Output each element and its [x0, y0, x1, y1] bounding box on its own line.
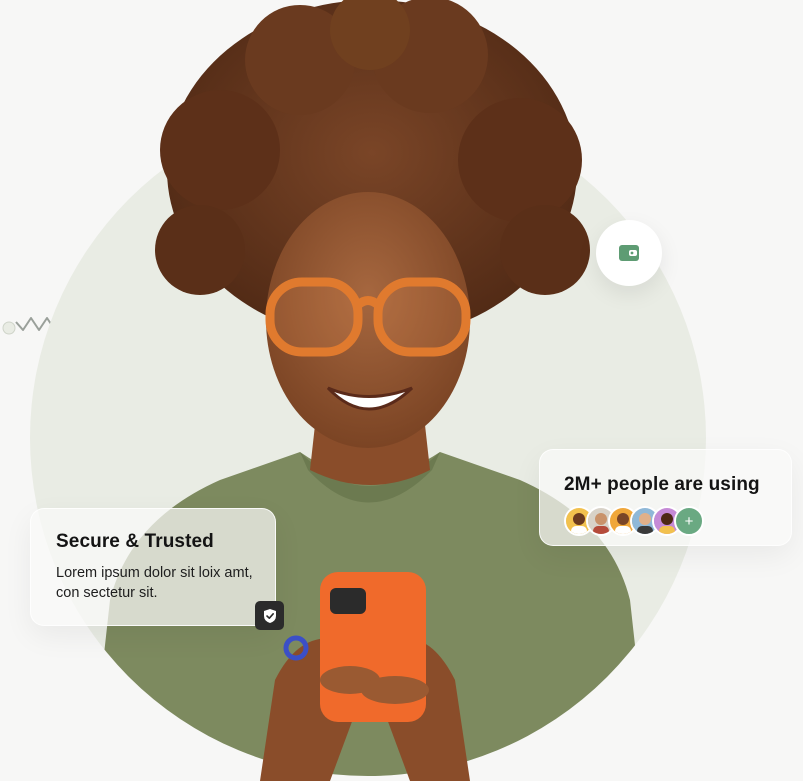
users-count-card: 2M+ people are using +: [539, 449, 792, 546]
users-card-title: 2M+ people are using: [564, 474, 760, 495]
secure-trusted-card: Secure & Trusted Lorem ipsum dolor sit l…: [30, 508, 284, 630]
wallet-badge[interactable]: [596, 220, 662, 286]
secure-card-description: Lorem ipsum dolor sit loix amt, con sect…: [56, 565, 253, 601]
secure-card-title: Secure & Trusted: [56, 531, 214, 552]
more-users-button[interactable]: +: [674, 506, 704, 536]
phone-camera: [330, 588, 366, 614]
avatar-group: +: [564, 506, 784, 536]
wallet-icon: [619, 245, 639, 261]
person-photo: [90, 0, 650, 781]
hero-visual: Secure & Trusted Lorem ipsum dolor sit l…: [0, 0, 803, 781]
shield-badge: [255, 601, 284, 630]
shield-check-icon: [263, 608, 276, 623]
